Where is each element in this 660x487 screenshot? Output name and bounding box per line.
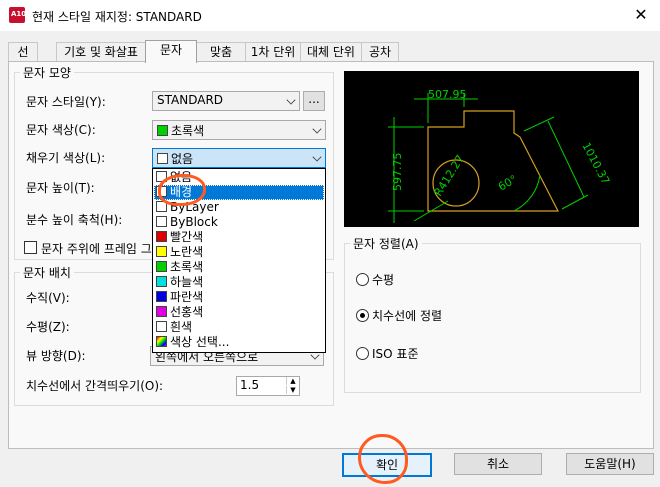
text-color-value: 초록색 <box>171 124 205 138</box>
align-dimline-radio[interactable] <box>356 309 369 322</box>
align-horizontal-radio[interactable] <box>356 273 369 286</box>
dropdown-item-label: 선홍색 <box>170 305 204 319</box>
text-color-label: 문자 색상(C): <box>26 123 96 137</box>
color-swatch-icon <box>156 306 167 317</box>
fill-color-value: 없음 <box>171 152 194 166</box>
text-style-label: 문자 스타일(Y): <box>26 95 106 109</box>
text-alignment-title: 문자 정렬(A) <box>350 235 422 252</box>
help-button[interactable]: 도움말(H) <box>566 453 654 475</box>
tab-primary-units[interactable]: 1차 단위 <box>245 42 301 62</box>
dropdown-item[interactable]: ByBlock <box>154 215 324 230</box>
color-swatch-icon <box>156 246 167 257</box>
fill-color-label: 채우기 색상(L): <box>26 151 106 165</box>
dropdown-item[interactable]: 색상 선택... <box>154 335 324 350</box>
preview-canvas: 507.95 597.75 1010.37 R412.27 60° <box>344 71 639 227</box>
dropdown-item[interactable]: 파란색 <box>154 290 324 305</box>
dropdown-item-label: 배경 <box>170 185 193 199</box>
tab-fit[interactable]: 맞춤 <box>196 42 246 62</box>
frame-checkbox-label: 문자 주위에 프레임 그 <box>41 242 152 256</box>
align-iso-radio[interactable] <box>356 347 369 360</box>
align-iso-label: ISO 표준 <box>372 347 419 361</box>
color-swatch-icon <box>156 261 167 272</box>
text-color-select[interactable]: 초록색 <box>152 120 326 140</box>
dropdown-item[interactable]: 노란색 <box>154 245 324 260</box>
spin-up-icon[interactable]: ▲ <box>286 377 299 385</box>
cancel-button[interactable]: 취소 <box>454 453 542 475</box>
preview-dim-left: 597.75 <box>391 153 404 192</box>
view-direction-label: 뷰 방향(D): <box>26 349 86 363</box>
title-bar: A10 현재 스타일 재지정: STANDARD ✕ <box>0 0 660 31</box>
dropdown-item[interactable]: ByLayer <box>154 200 324 215</box>
color-swatch-icon <box>156 231 167 242</box>
dropdown-item-label: 초록색 <box>170 260 204 274</box>
dropdown-item[interactable]: 하늘색 <box>154 275 324 290</box>
close-icon[interactable]: ✕ <box>630 5 652 25</box>
dropdown-item-label: ByBlock <box>170 215 218 229</box>
color-swatch-icon <box>156 321 167 332</box>
offset-spinner[interactable]: 1.5 ▲ ▼ <box>236 376 300 396</box>
color-swatch-icon <box>156 336 167 347</box>
text-style-select[interactable]: STANDARD <box>152 91 300 111</box>
empty-swatch-icon <box>157 153 168 164</box>
fill-color-select[interactable]: 없음 <box>152 148 326 168</box>
tab-alternate-units[interactable]: 대체 단위 <box>300 42 362 62</box>
text-appearance-title: 문자 모양 <box>20 64 74 81</box>
text-height-label: 문자 높이(T): <box>26 181 95 195</box>
dropdown-item-label: 파란색 <box>170 290 204 304</box>
preview-dim-radius: R412.27 <box>432 153 467 199</box>
text-style-browse-button[interactable]: ... <box>303 91 325 111</box>
tab-tolerances[interactable]: 공차 <box>361 42 399 62</box>
offset-value: 1.5 <box>240 378 260 392</box>
align-dimline-label: 치수선에 정렬 <box>372 309 443 323</box>
align-horizontal-label: 수평 <box>372 273 395 287</box>
spin-down-icon[interactable]: ▼ <box>286 386 299 394</box>
chevron-down-icon <box>312 152 322 162</box>
dropdown-item[interactable]: 선홍색 <box>154 305 324 320</box>
vertical-label: 수직(V): <box>26 291 70 305</box>
dropdown-item-label: ByLayer <box>170 200 219 214</box>
dropdown-item-label: 빨간색 <box>170 230 204 244</box>
dropdown-item-label: 하늘색 <box>170 275 204 289</box>
dropdown-item[interactable]: 없음 <box>154 170 324 185</box>
fraction-height-label: 분수 높이 축척(H): <box>26 213 123 227</box>
color-swatch-icon <box>156 171 167 182</box>
ok-button[interactable]: 확인 <box>342 453 432 477</box>
fill-color-dropdown[interactable]: 없음 배경 ByLayer ByBlock 빨간색 노란색 초록색 하늘색 파란색 선홍색 흰색 색상… <box>152 168 326 353</box>
dropdown-item-label: 흰색 <box>170 320 193 334</box>
tab-text[interactable]: 문자 <box>145 40 197 63</box>
color-swatch-icon <box>156 201 167 212</box>
tab-lines[interactable]: 선 <box>8 42 38 62</box>
horizontal-label: 수평(Z): <box>26 320 70 334</box>
color-swatch-icon <box>156 276 167 287</box>
text-style-value: STANDARD <box>157 93 224 107</box>
dropdown-item[interactable]: 배경 <box>154 185 324 200</box>
dropdown-item[interactable]: 초록색 <box>154 260 324 275</box>
color-swatch-icon <box>156 216 167 227</box>
green-swatch-icon <box>157 125 168 136</box>
window-title: 현재 스타일 재지정: STANDARD <box>32 10 202 24</box>
dropdown-item-label: 색상 선택... <box>170 335 230 349</box>
preview-dim-top: 507.95 <box>428 88 467 101</box>
app-icon: A10 <box>9 7 26 23</box>
chevron-down-icon <box>286 95 296 105</box>
preview-dim-angle: 60° <box>496 173 519 194</box>
offset-label: 치수선에서 간격띄우기(O): <box>26 379 164 393</box>
dropdown-item-label: 없음 <box>170 170 193 184</box>
preview-dim-right: 1010.37 <box>579 140 612 186</box>
chevron-down-icon <box>312 124 322 134</box>
color-swatch-icon <box>156 291 167 302</box>
dropdown-item[interactable]: 흰색 <box>154 320 324 335</box>
tab-symbols-arrows[interactable]: 기호 및 화살표 <box>56 42 146 62</box>
dropdown-item-label: 노란색 <box>170 245 204 259</box>
frame-checkbox[interactable] <box>24 241 37 254</box>
text-placement-title: 문자 배치 <box>20 264 74 281</box>
color-swatch-icon <box>156 186 167 197</box>
dropdown-item[interactable]: 빨간색 <box>154 230 324 245</box>
